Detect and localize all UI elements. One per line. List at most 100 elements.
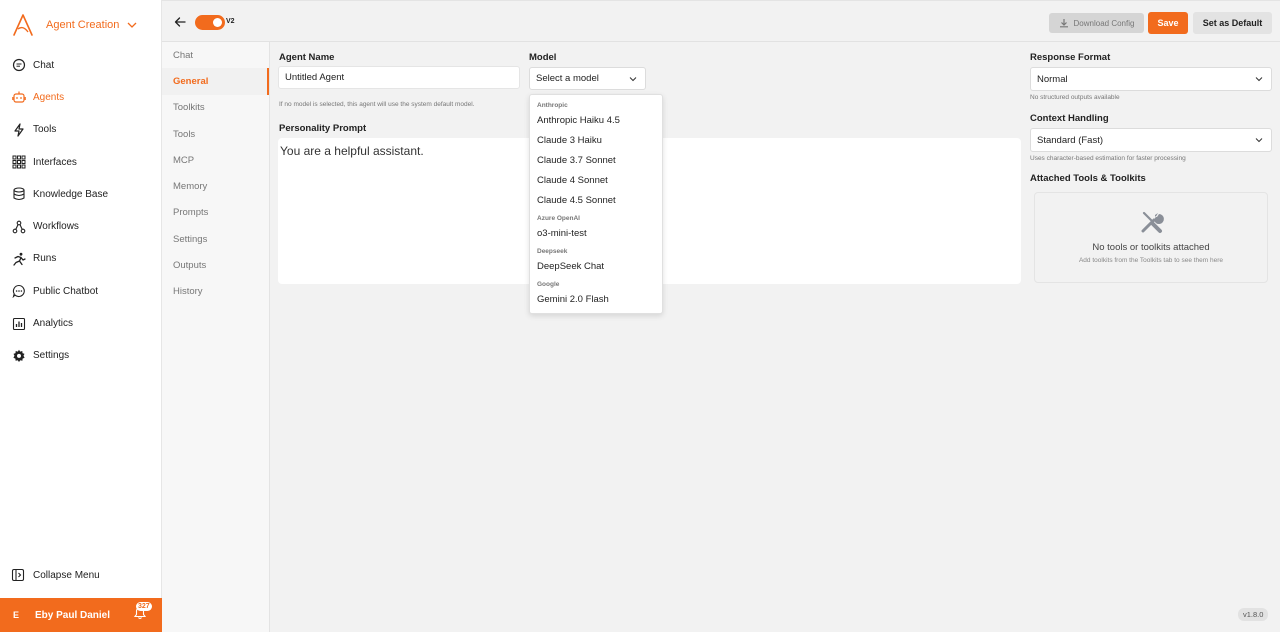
dropdown-option[interactable]: o3-mini-test xyxy=(530,224,662,244)
download-config-button[interactable]: Download Config xyxy=(1049,13,1144,33)
robot-icon xyxy=(11,89,27,105)
sidebar-item-analytics[interactable]: Analytics xyxy=(0,307,162,339)
running-person-icon xyxy=(11,251,27,267)
bar-chart-icon xyxy=(11,316,27,332)
sidebar-item-label: Workflows xyxy=(33,221,79,233)
set-as-default-button[interactable]: Set as Default xyxy=(1193,12,1272,34)
dropdown-group-label: Azure OpenAI xyxy=(537,215,580,222)
toggle-knob xyxy=(213,18,222,27)
tab-general[interactable]: General xyxy=(162,68,269,95)
sidebar-item-public-chatbot[interactable]: Public Chatbot xyxy=(0,275,162,307)
tab-history[interactable]: History xyxy=(162,279,269,305)
dropdown-option[interactable]: Claude 4 Sonnet xyxy=(530,171,662,191)
dropdown-group-label: Google xyxy=(537,281,560,288)
dropdown-option[interactable]: Claude 3 Haiku xyxy=(530,131,662,151)
tab-tools[interactable]: Tools xyxy=(162,121,269,147)
context-handling-select[interactable]: Standard (Fast) xyxy=(1030,128,1272,152)
brand-logo-icon xyxy=(13,14,33,36)
sidebar-item-chat[interactable]: Chat xyxy=(0,49,162,81)
version-badge: v1.8.0 xyxy=(1238,608,1269,621)
sidebar-item-label: Analytics xyxy=(33,318,74,330)
chevron-down-icon xyxy=(127,22,137,28)
user-name: Eby Paul Daniel xyxy=(35,609,111,621)
sidebar-item-label: Public Chatbot xyxy=(33,285,99,297)
sidebar-item-label: Tools xyxy=(33,124,57,136)
model-select-placeholder: Select a model xyxy=(536,73,599,84)
brand-switcher[interactable]: Agent Creation xyxy=(12,12,137,38)
chevron-down-icon xyxy=(1255,138,1263,143)
chevron-down-icon xyxy=(629,76,637,81)
tab-chat[interactable]: Chat xyxy=(162,42,269,68)
lightning-icon xyxy=(11,122,27,138)
tab-prompts[interactable]: Prompts xyxy=(162,200,269,226)
collapse-menu-label: Collapse Menu xyxy=(33,569,100,581)
chat-bubble-icon xyxy=(11,57,27,73)
grid-icon xyxy=(11,154,27,170)
brand-title: Agent Creation xyxy=(46,19,120,31)
chat-dots-icon xyxy=(11,283,27,299)
dropdown-group-label: Anthropic xyxy=(537,102,568,109)
version-toggle-label: V2 xyxy=(226,18,235,25)
model-default-hint: If no model is selected, this agent will… xyxy=(279,101,475,108)
tab-toolkits[interactable]: Toolkits xyxy=(162,95,269,121)
tools-icon xyxy=(1141,211,1164,233)
response-format-hint: No structured outputs available xyxy=(1030,94,1120,101)
response-format-label: Response Format xyxy=(1030,52,1111,63)
sidebar-item-interfaces[interactable]: Interfaces xyxy=(0,146,162,178)
personality-prompt-label: Personality Prompt xyxy=(279,123,367,134)
context-handling-hint: Uses character-based estimation for fast… xyxy=(1030,155,1186,162)
response-format-select[interactable]: Normal xyxy=(1030,67,1272,91)
empty-state-subtitle: Add toolkits from the Toolkits tab to se… xyxy=(1078,257,1224,264)
dropdown-option[interactable]: Claude 4.5 Sonnet xyxy=(530,191,662,211)
tab-outputs[interactable]: Outputs xyxy=(162,252,269,278)
context-handling-value: Standard (Fast) xyxy=(1037,134,1103,146)
tab-settings[interactable]: Settings xyxy=(162,226,269,252)
sidebar-item-label: Runs xyxy=(33,253,57,265)
attached-tools-label: Attached Tools & Toolkits xyxy=(1030,173,1146,184)
sidebar-item-label: Interfaces xyxy=(33,156,77,168)
dropdown-option[interactable]: DeepSeek Chat xyxy=(530,257,662,277)
sidebar-item-tools[interactable]: Tools xyxy=(0,114,162,146)
sidebar-item-label: Agents xyxy=(33,91,65,103)
download-icon xyxy=(1059,19,1068,28)
database-icon xyxy=(11,186,27,202)
sidebar-item-workflows[interactable]: Workflows xyxy=(0,210,162,242)
workflow-icon xyxy=(11,219,27,235)
sidebar-item-settings[interactable]: Settings xyxy=(0,340,162,372)
download-config-label: Download Config xyxy=(1073,18,1135,28)
model-dropdown-menu: Anthropic Anthropic Haiku 4.5 Claude 3 H… xyxy=(529,94,663,314)
main-nav: Chat Agents Tools Interfaces Knowledge B… xyxy=(0,49,162,372)
dropdown-group-label: Deepseek xyxy=(537,248,568,255)
tab-memory[interactable]: Memory xyxy=(162,173,269,199)
sidebar: Agent Creation Chat Agents Tools Interfa… xyxy=(0,0,162,632)
dropdown-option[interactable]: Claude 3.7 Sonnet xyxy=(530,151,662,171)
collapse-menu-button[interactable]: Collapse Menu xyxy=(11,568,100,582)
sidebar-item-agents[interactable]: Agents xyxy=(0,81,162,113)
attached-tools-empty-state: No tools or toolkits attached Add toolki… xyxy=(1034,192,1268,283)
version-toggle[interactable] xyxy=(195,15,225,30)
user-profile-bar[interactable]: E Eby Paul Daniel 327 xyxy=(0,598,162,632)
dropdown-option[interactable]: Gemini 2.0 Flash xyxy=(530,290,662,310)
notification-count-badge: 327 xyxy=(136,602,152,611)
sidebar-item-runs[interactable]: Runs xyxy=(0,243,162,275)
sidebar-item-knowledge-base[interactable]: Knowledge Base xyxy=(0,178,162,210)
empty-state-title: No tools or toolkits attached xyxy=(1092,242,1210,253)
tab-mcp[interactable]: MCP xyxy=(162,147,269,173)
chevron-down-icon xyxy=(1255,77,1263,82)
agent-name-input[interactable]: Untitled Agent xyxy=(278,66,520,89)
save-button[interactable]: Save xyxy=(1148,12,1188,34)
response-format-value: Normal xyxy=(1037,73,1068,85)
context-handling-label: Context Handling xyxy=(1030,113,1109,124)
top-toolbar: V2 Download Config Save Set as Default xyxy=(162,0,1280,42)
agent-name-label: Agent Name xyxy=(279,52,335,63)
sidebar-item-label: Chat xyxy=(33,59,55,71)
back-arrow-icon[interactable] xyxy=(173,15,187,29)
sidebar-item-label: Knowledge Base xyxy=(33,188,109,200)
dropdown-option[interactable]: Anthropic Haiku 4.5 xyxy=(530,111,662,131)
sidebar-collapse-icon xyxy=(11,568,25,582)
avatar: E xyxy=(13,610,20,620)
model-select[interactable]: Select a model xyxy=(529,67,646,90)
gear-icon xyxy=(11,348,27,364)
sidebar-item-label: Settings xyxy=(33,350,70,362)
model-label: Model xyxy=(529,52,557,63)
